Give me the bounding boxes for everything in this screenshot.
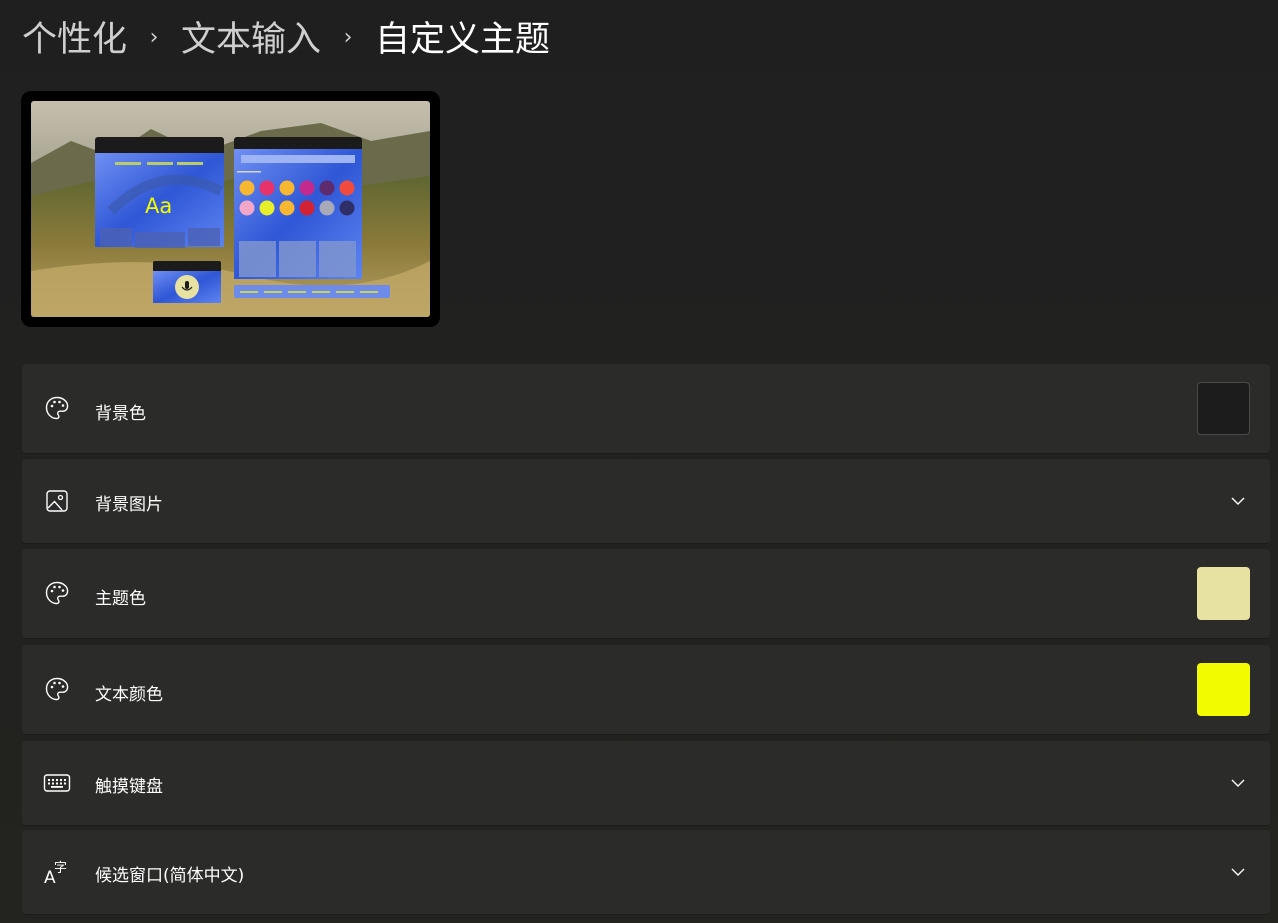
keyboard-icon: [43, 769, 71, 797]
preview-palette-dot: [239, 180, 255, 196]
preview-palette-dot: [299, 200, 315, 216]
chevron-down-icon[interactable]: [1230, 864, 1246, 880]
palette-icon: [43, 394, 71, 422]
setting-label-background-color: 背景色: [95, 404, 146, 424]
preview-palette-dot: [259, 180, 275, 196]
breadcrumb-text-input[interactable]: 文本输入: [181, 14, 321, 66]
svg-text:字: 字: [54, 861, 67, 876]
setting-background-image[interactable]: 背景图片: [22, 459, 1270, 544]
setting-label-background-image: 背景图片: [95, 495, 163, 515]
setting-label-candidate-window: 候选窗口(简体中文): [95, 866, 245, 886]
setting-candidate-window[interactable]: A字 候选窗口(简体中文): [22, 830, 1270, 915]
preview-palette-dot: [339, 200, 355, 216]
breadcrumb-separator-icon: ›: [149, 25, 159, 50]
preview-palette-dot: [279, 180, 295, 196]
breadcrumb-personalization[interactable]: 个性化: [22, 14, 127, 66]
palette-icon: [43, 675, 71, 703]
preview-palette-dot: [319, 180, 335, 196]
theme-preview-image: Aa: [31, 101, 430, 317]
preview-palette-dot: [339, 180, 355, 196]
preview-palette-dot: [259, 200, 275, 216]
text-color-swatch[interactable]: [1197, 663, 1250, 716]
setting-theme-color[interactable]: 主题色: [22, 549, 1270, 639]
breadcrumb-separator-icon: ›: [343, 25, 353, 50]
page-title: 自定义主题: [375, 20, 551, 60]
palette-icon: [43, 579, 71, 607]
chevron-down-icon[interactable]: [1230, 493, 1246, 509]
setting-text-color[interactable]: 文本颜色: [22, 645, 1270, 735]
image-icon: [43, 487, 71, 515]
setting-label-theme-color: 主题色: [95, 589, 146, 609]
theme-preview: Aa: [21, 91, 440, 327]
preview-palette-dot: [239, 200, 255, 216]
preview-palette-dot: [279, 200, 295, 216]
preview-sample-text: Aa: [145, 194, 172, 218]
setting-label-touch-keyboard: 触摸键盘: [95, 777, 163, 797]
setting-touch-keyboard[interactable]: 触摸键盘: [22, 741, 1270, 826]
breadcrumb: 个性化 › 文本输入 › 自定义主题: [22, 14, 550, 66]
background-color-swatch[interactable]: [1197, 382, 1250, 435]
language-icon: A字: [43, 858, 71, 886]
preview-palette-dot: [319, 200, 335, 216]
chevron-down-icon[interactable]: [1230, 775, 1246, 791]
setting-label-text-color: 文本颜色: [95, 685, 163, 705]
setting-background-color[interactable]: 背景色: [22, 364, 1270, 454]
theme-color-swatch[interactable]: [1197, 567, 1250, 620]
preview-palette-dot: [299, 180, 315, 196]
